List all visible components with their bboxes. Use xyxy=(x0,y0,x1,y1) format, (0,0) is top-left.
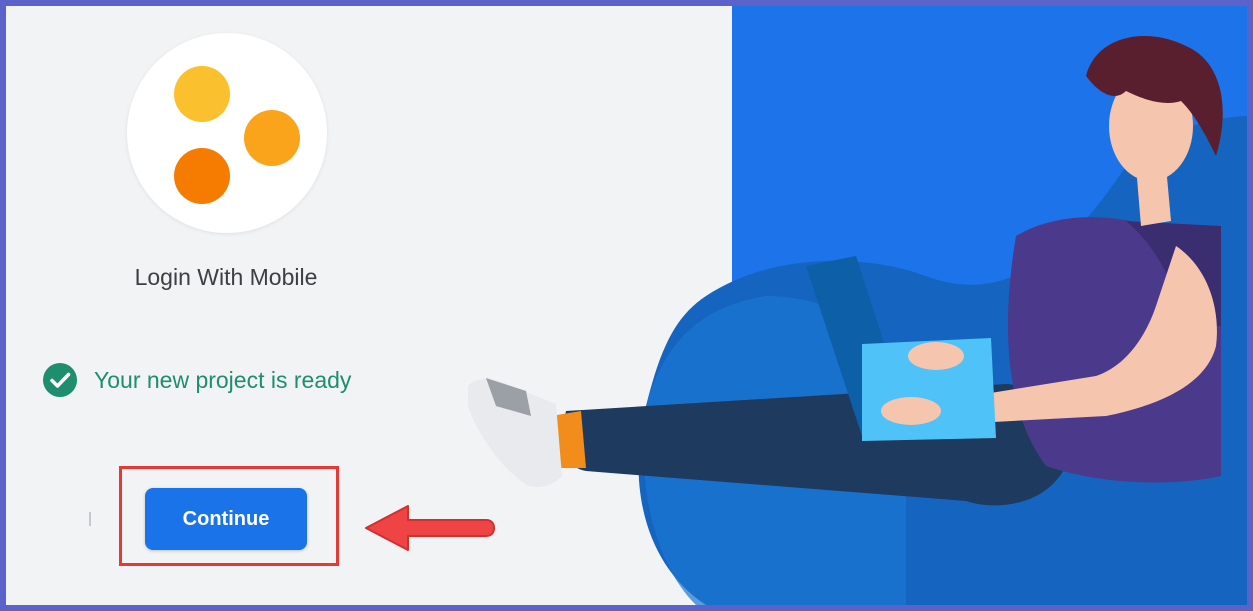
firebase-project-ready-window: Login With Mobile Your new project is re… xyxy=(0,0,1253,611)
person-with-laptop-illustration xyxy=(468,36,1247,605)
red-arrow-icon xyxy=(365,505,495,551)
